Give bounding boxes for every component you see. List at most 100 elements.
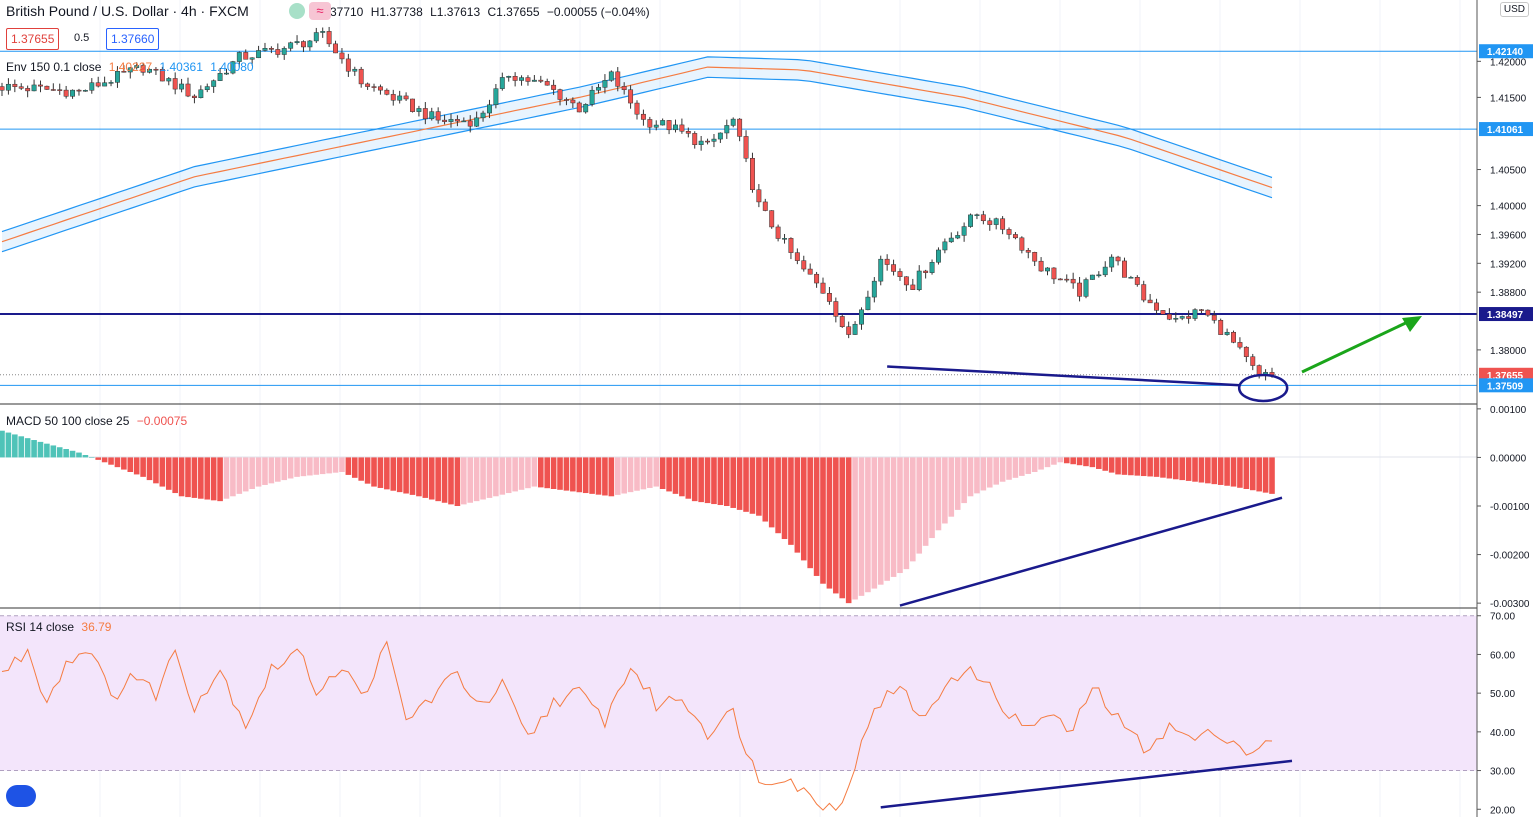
candle-body: [1025, 250, 1031, 253]
candle-body: [1083, 279, 1089, 297]
macd-bar: [544, 457, 551, 489]
rsi-legend[interactable]: RSI 14 close 36.79: [6, 620, 111, 634]
macd-bar: [813, 457, 820, 576]
macd-bar: [775, 457, 781, 534]
macd-bar: [1089, 457, 1096, 468]
highlight-circle: [1237, 373, 1289, 403]
candle-body: [397, 95, 403, 101]
macd-bar: [640, 457, 647, 490]
candle-body: [788, 238, 794, 253]
rsi-tick-label: 20.00: [1490, 805, 1515, 816]
candle-body: [1224, 331, 1230, 335]
candle-body: [410, 98, 415, 112]
macd-bar: [1179, 457, 1186, 481]
macd-bar: [730, 457, 737, 508]
macd-bar: [82, 455, 89, 458]
price-label: 1.41061: [1487, 125, 1524, 136]
data-source-icon[interactable]: ≈: [309, 2, 331, 20]
rsi-value: 36.79: [81, 620, 112, 634]
macd-legend-label: MACD 50 100 close 25: [6, 414, 130, 428]
candle-body: [1160, 310, 1166, 315]
candle-body: [871, 280, 877, 298]
macd-bar: [781, 457, 788, 540]
candle-body: [1045, 267, 1050, 272]
macd-bar: [95, 457, 102, 460]
macd-bar: [172, 457, 178, 494]
macd-bar: [929, 457, 935, 539]
candle-body: [313, 32, 319, 42]
macd-bar: [877, 457, 884, 585]
candle-body: [596, 87, 601, 91]
candle-body: [384, 89, 390, 95]
macd-bar: [165, 457, 172, 490]
candle-body: [333, 43, 338, 54]
price-tick-label: 1.42000: [1490, 57, 1527, 68]
candle-body: [621, 86, 627, 90]
candle-body: [326, 31, 332, 45]
buy-price-button[interactable]: 1.37660: [106, 28, 160, 50]
macd-bar: [820, 457, 826, 584]
macd-bar: [351, 457, 358, 478]
candle-body: [608, 71, 614, 81]
candle-body: [711, 138, 717, 142]
macd-bar: [88, 457, 95, 458]
macd-bar: [935, 457, 942, 531]
candle-body: [371, 86, 377, 88]
macd-bar: [1134, 457, 1141, 476]
macd-bar: [377, 457, 384, 488]
macd-bar: [1044, 457, 1051, 468]
candle-body: [5, 83, 11, 91]
macd-bar: [127, 457, 134, 472]
macd-bar: [390, 457, 397, 491]
currency-button[interactable]: USD: [1499, 2, 1529, 17]
macd-bar: [287, 457, 294, 479]
macd-bar: [441, 457, 448, 503]
candle-body: [454, 119, 460, 122]
candle-body: [948, 237, 954, 243]
market-status-icon[interactable]: [289, 3, 305, 19]
candle-body: [1186, 316, 1192, 319]
candle-body: [166, 78, 172, 82]
macd-bar: [1256, 457, 1262, 492]
price-trendline: [887, 365, 1240, 387]
price-label: 1.42140: [1487, 47, 1524, 58]
env-legend[interactable]: Env 150 0.1 close 1.40227 1.40361 1.4008…: [6, 60, 254, 74]
candle-body: [801, 260, 807, 270]
candle-body: [18, 86, 24, 89]
candle-body: [442, 119, 448, 122]
candle-body: [769, 210, 775, 228]
ohlc-readout: O1.37710 H1.37738 L1.37613 C1.37655 −0.0…: [311, 5, 654, 19]
candle-body: [506, 76, 512, 78]
macd-bar: [1230, 457, 1237, 487]
candle-body: [499, 77, 505, 89]
candle-body: [288, 42, 294, 49]
candle-body: [538, 79, 544, 82]
macd-bar: [428, 457, 435, 500]
macd-bar: [576, 457, 583, 493]
sell-price-button[interactable]: 1.37655: [6, 28, 60, 50]
macd-legend[interactable]: MACD 50 100 close 25 −0.00075: [6, 414, 187, 428]
price-tick-label: 1.38800: [1490, 288, 1527, 299]
candle-body: [987, 220, 993, 225]
macd-bar: [18, 436, 25, 458]
candle-body: [1179, 316, 1185, 319]
candle-body: [63, 89, 69, 97]
macd-bar: [897, 457, 903, 574]
tradingview-logo-icon[interactable]: [6, 785, 36, 807]
macd-bar: [743, 457, 749, 512]
macd-bar: [865, 457, 871, 593]
candle-body: [1102, 266, 1108, 276]
candle-body: [1077, 282, 1083, 297]
macd-bar: [307, 457, 313, 476]
macd-bar: [525, 457, 531, 489]
rsi-tick-label: 50.00: [1490, 689, 1515, 700]
candle-body: [1115, 256, 1121, 262]
macd-bar: [76, 452, 82, 458]
candle-body: [859, 309, 864, 325]
low-value: L1.37613: [430, 5, 481, 19]
candle-body: [1038, 260, 1044, 272]
candle-body: [448, 119, 454, 122]
candle-body: [685, 131, 691, 134]
chart-canvas[interactable]: 1.42000 1.41500 1.40500 1.40000 1.39600 1.392…: [0, 0, 1535, 817]
macd-bar: [1025, 457, 1032, 474]
